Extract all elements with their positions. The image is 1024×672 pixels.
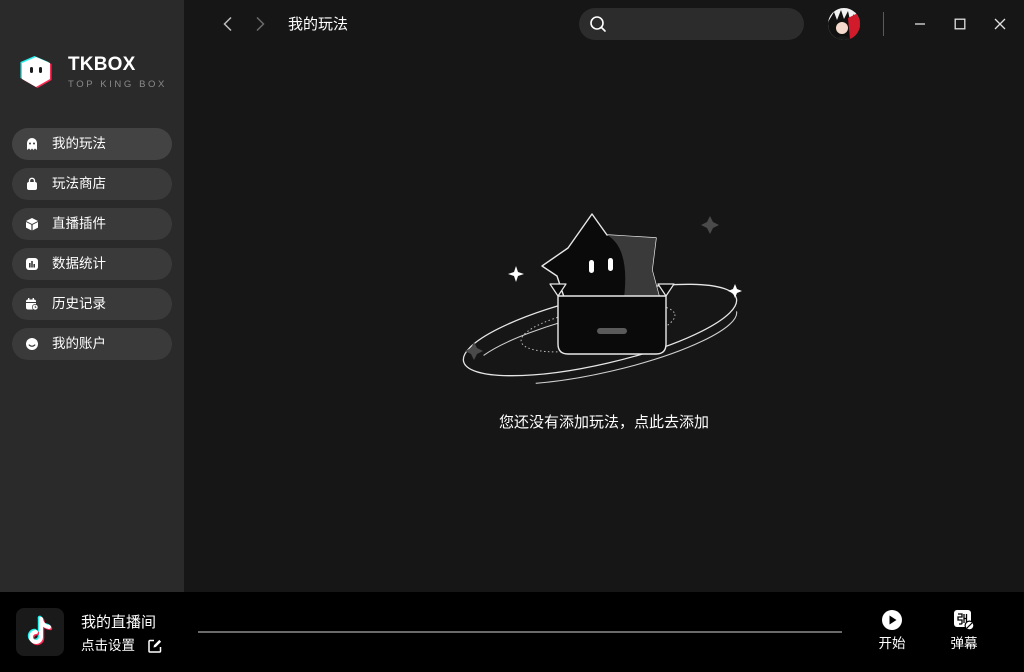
- progress-fill: [198, 631, 842, 633]
- brand-subtitle: TOP KING BOX: [68, 78, 167, 90]
- divider: [883, 12, 884, 36]
- close-icon: [994, 18, 1006, 30]
- tiktok-logo: [16, 608, 64, 656]
- minimize-icon: [915, 23, 925, 25]
- top-bar: 我的玩法: [184, 0, 1024, 48]
- play-icon: [881, 609, 903, 631]
- tiktok-icon: [27, 615, 53, 646]
- calendar-clock-icon: [25, 297, 39, 311]
- sidebar: TKBOX TOP KING BOX 我的玩法 玩法商店 直播插件 数据统计 历…: [0, 0, 184, 592]
- start-button[interactable]: 开始: [872, 609, 912, 653]
- brand-name: TKBOX: [68, 53, 136, 75]
- sidebar-item-label: 我的玩法: [52, 136, 106, 152]
- sidebar-item-my-account[interactable]: 我的账户: [12, 328, 172, 360]
- sidebar-item-history[interactable]: 历史记录: [12, 288, 172, 320]
- ghost-icon: [25, 137, 39, 151]
- minimize-button[interactable]: [910, 14, 930, 34]
- search-bar[interactable]: [579, 8, 804, 40]
- sidebar-item-label: 直播插件: [52, 216, 106, 232]
- smiley-icon: [25, 337, 39, 351]
- danmaku-label: 弹幕: [950, 636, 978, 652]
- shopping-bag-icon: [25, 177, 39, 191]
- empty-state-add-link[interactable]: 您还没有添加玩法，点此去添加: [184, 411, 1024, 433]
- start-label: 开始: [878, 636, 906, 652]
- chevron-right-icon: [256, 16, 265, 32]
- cube-icon: [25, 217, 39, 231]
- sidebar-item-label: 玩法商店: [52, 176, 106, 192]
- maximize-button[interactable]: [950, 14, 970, 34]
- page-title: 我的玩法: [288, 15, 349, 33]
- back-button[interactable]: [218, 14, 238, 34]
- sidebar-item-my-plays[interactable]: 我的玩法: [12, 128, 172, 160]
- empty-state-illustration: [462, 213, 742, 385]
- brand: TKBOX TOP KING BOX: [18, 54, 167, 90]
- danmaku-button[interactable]: 弹幕: [944, 609, 984, 653]
- sidebar-item-live-plugins[interactable]: 直播插件: [12, 208, 172, 240]
- search-icon: [590, 16, 606, 32]
- sidebar-item-label: 数据统计: [52, 256, 106, 272]
- progress-bar: [198, 631, 842, 633]
- room-setting-button[interactable]: 点击设置: [81, 637, 163, 655]
- forward-button[interactable]: [250, 14, 270, 34]
- danmaku-icon: [953, 609, 975, 631]
- live-room-name: 我的直播间: [81, 613, 157, 631]
- sidebar-item-statistics[interactable]: 数据统计: [12, 248, 172, 280]
- tkbox-logo-icon: [20, 56, 52, 88]
- chevron-left-icon: [223, 16, 232, 32]
- sidebar-item-label: 我的账户: [52, 336, 106, 352]
- maximize-icon: [954, 18, 966, 30]
- edit-icon[interactable]: [147, 638, 163, 654]
- search-input[interactable]: [615, 16, 795, 32]
- room-setting-label: 点击设置: [81, 638, 135, 654]
- sidebar-item-label: 历史记录: [52, 296, 106, 312]
- avatar[interactable]: [828, 8, 860, 40]
- close-button[interactable]: [990, 14, 1010, 34]
- sidebar-nav: 我的玩法 玩法商店 直播插件 数据统计 历史记录 我的账户: [12, 128, 172, 368]
- sidebar-item-play-store[interactable]: 玩法商店: [12, 168, 172, 200]
- bottom-bar: 我的直播间 点击设置 开始 弹幕: [0, 592, 1024, 672]
- bar-chart-icon: [25, 257, 39, 271]
